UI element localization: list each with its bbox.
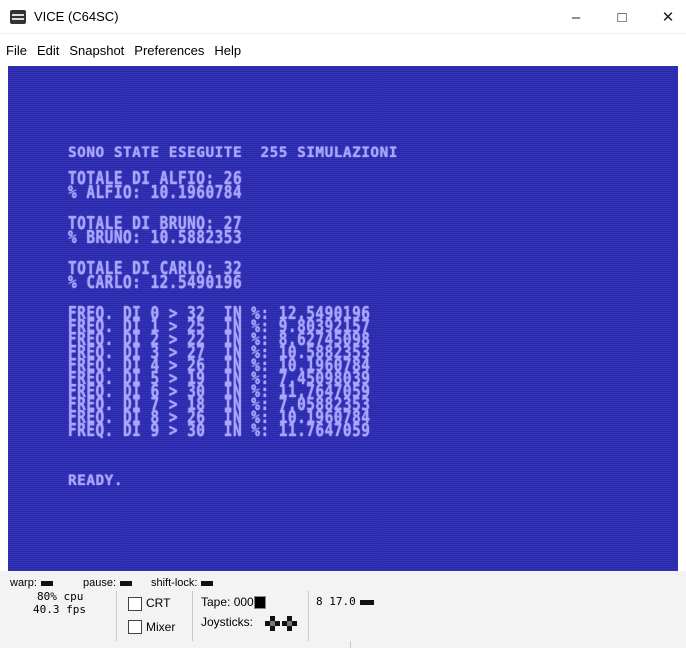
pause-indicator: pause: xyxy=(83,577,133,589)
shiftlock-label: shift-lock: xyxy=(151,577,198,589)
c64-screen[interactable]: SONO STATE ESEGUITE 255 SIMULAZIONI TOTA… xyxy=(8,66,678,571)
vice-app-icon xyxy=(10,10,26,24)
carlo-percent-line: % CARLO: 12.5490196 xyxy=(68,273,243,293)
crt-checkbox[interactable] xyxy=(128,597,142,611)
cpu-usage: 80% cpu xyxy=(37,590,84,603)
warp-led xyxy=(40,580,53,586)
fps-readout: 40.3 fps xyxy=(33,603,86,616)
simulation-count-line: SONO STATE ESEGUITE 255 SIMULAZIONI xyxy=(68,145,398,161)
title-bar: VICE (C64SC) – □ ✕ xyxy=(0,0,686,34)
bruno-percent-line: % BRUNO: 10.5882353 xyxy=(68,228,243,248)
minimize-button[interactable]: – xyxy=(553,0,599,34)
shiftlock-indicator: shift-lock: xyxy=(151,577,214,589)
mixer-label: Mixer xyxy=(146,620,176,634)
joystick-port2-icon[interactable] xyxy=(282,616,297,631)
status-divider xyxy=(192,591,193,641)
status-divider xyxy=(350,641,351,648)
alfio-percent-line: % ALFIO: 10.1960784 xyxy=(68,183,243,203)
window-title: VICE (C64SC) xyxy=(34,9,119,24)
menu-help[interactable]: Help xyxy=(210,41,245,63)
shiftlock-led xyxy=(201,580,214,586)
crt-label: CRT xyxy=(146,596,171,610)
drive-status: 8 17.0 xyxy=(316,595,374,608)
tape-label: Tape: 000 xyxy=(201,595,254,609)
joystick-port1-icon[interactable] xyxy=(265,616,280,631)
menu-file[interactable]: File xyxy=(0,41,31,63)
pause-led xyxy=(120,580,133,586)
ready-prompt: READY. xyxy=(68,473,123,489)
menu-bar: File Edit Snapshot Preferences Help xyxy=(0,41,245,63)
close-button[interactable]: ✕ xyxy=(645,0,686,34)
menu-edit[interactable]: Edit xyxy=(33,41,63,63)
mixer-checkbox[interactable] xyxy=(128,620,142,634)
tape-counter[interactable]: Tape: 000 xyxy=(201,595,266,610)
drive-track-readout: 8 17.0 xyxy=(316,595,356,608)
pause-label: pause: xyxy=(83,577,117,589)
menu-snapshot[interactable]: Snapshot xyxy=(65,41,128,63)
tape-status-icon xyxy=(253,596,266,610)
status-divider xyxy=(308,591,309,641)
warp-indicator: warp: xyxy=(10,577,53,589)
drive-led xyxy=(359,599,374,605)
status-bar: warp: pause: shift-lock: 80% cpu 40.3 fp… xyxy=(0,571,686,648)
maximize-button[interactable]: □ xyxy=(599,0,645,34)
status-divider xyxy=(116,591,117,641)
warp-label: warp: xyxy=(10,577,37,589)
menu-preferences[interactable]: Preferences xyxy=(130,41,208,63)
freq-line-9: FREQ. DI 9 > 30 IN %: 11.7647059 xyxy=(68,421,371,441)
joysticks-label: Joysticks: xyxy=(201,615,254,629)
